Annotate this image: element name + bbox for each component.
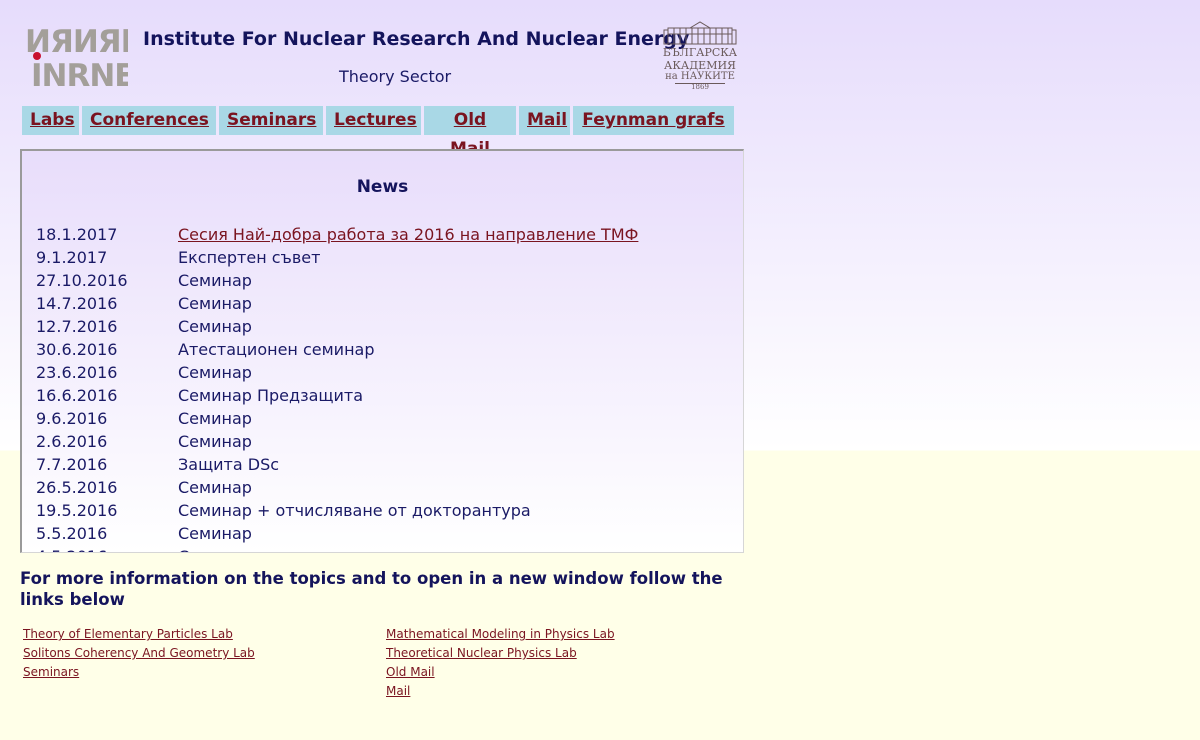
news-item: 14.7.2016 Семинар	[36, 292, 736, 315]
news-date: 18.1.2017	[36, 225, 118, 244]
links-column-left: Theory of Elementary Particles Lab Solit…	[23, 625, 255, 682]
links-column-right: Mathematical Modeling in Physics Lab The…	[386, 625, 615, 701]
inrne-logo: ИЯИЯЕ INRNE	[24, 22, 142, 94]
link-solitons-lab[interactable]: Solitons Coherency And Geometry Lab	[23, 644, 255, 663]
news-item: 5.5.2016 Семинар	[36, 522, 736, 545]
news-date: 26.5.2016	[36, 478, 118, 497]
nav-conferences[interactable]: Conferences	[82, 106, 216, 135]
news-text: Семинар	[178, 432, 252, 451]
news-text: Експертен съвет	[178, 248, 321, 267]
news-date: 14.7.2016	[36, 294, 118, 313]
news-text: Семинар + отчисляване от докторантура	[178, 501, 531, 520]
news-date: 12.7.2016	[36, 317, 118, 336]
nav-mail[interactable]: Mail	[519, 106, 570, 135]
news-link[interactable]: Сесия Най-добра работа за 2016 на направ…	[178, 225, 638, 244]
link-old-mail[interactable]: Old Mail	[386, 663, 615, 682]
news-text: Семинар Предзащита	[178, 386, 363, 405]
news-date: 16.6.2016	[36, 386, 118, 405]
news-text: Семинар	[178, 409, 252, 428]
news-date: 27.10.2016	[36, 271, 128, 290]
news-date: 9.6.2016	[36, 409, 108, 428]
news-date: 5.5.2016	[36, 524, 108, 543]
news-item: 16.6.2016 Семинар Предзащита	[36, 384, 736, 407]
link-mail[interactable]: Mail	[386, 682, 615, 701]
news-text: Семинар	[178, 524, 252, 543]
news-text: Семинар	[178, 363, 252, 382]
link-seminars[interactable]: Seminars	[23, 663, 255, 682]
info-text: For more information on the topics and t…	[20, 569, 723, 609]
news-text: Семинар	[178, 545, 252, 552]
news-item: 19.5.2016 Семинар + отчисляване от доктор…	[36, 499, 736, 522]
link-elementary-particles-lab[interactable]: Theory of Elementary Particles Lab	[23, 625, 255, 644]
news-title: News	[356, 177, 409, 197]
news-date: 7.7.2016	[36, 455, 108, 474]
news-item: 4.5.2016Семинар	[36, 545, 736, 552]
nav-seminars[interactable]: Seminars	[219, 106, 323, 135]
nav-labs[interactable]: Labs	[22, 106, 79, 135]
news-text: Защита DSc	[178, 455, 280, 474]
page-subtitle: Theory Sector	[339, 67, 452, 86]
news-text: Семинар	[178, 478, 252, 497]
news-date: 23.6.2016	[36, 363, 118, 382]
news-date: 4.5.2016	[36, 545, 178, 552]
news-date: 30.6.2016	[36, 340, 118, 359]
news-text: Семинар	[178, 294, 252, 313]
news-text: Атестационен семинар	[178, 340, 375, 359]
news-text: Семинар	[178, 317, 252, 336]
academy-building-icon	[663, 21, 737, 45]
nav-old-mail[interactable]: Old Mail	[424, 106, 516, 159]
news-item: 30.6.2016 Атестационен семинар	[36, 338, 736, 361]
news-list: 18.1.2017 Сесия Най-добра работа за 2016 …	[36, 223, 736, 552]
news-item: 23.6.2016 Семинар	[36, 361, 736, 384]
news-date: 9.1.2017	[36, 248, 108, 267]
news-date: 19.5.2016	[36, 501, 118, 520]
main-nav: Labs Conferences Seminars Lectures Old M…	[22, 106, 734, 159]
news-item: 18.1.2017 Сесия Най-добра работа за 2016 …	[36, 223, 736, 246]
news-item: 27.10.2016 Семинар	[36, 269, 736, 292]
page-title: Institute For Nuclear Research And Nucle…	[143, 28, 690, 50]
news-text: Семинар	[178, 271, 252, 290]
svg-text:INRNE: INRNE	[31, 58, 128, 90]
link-nuclear-physics-lab[interactable]: Theoretical Nuclear Physics Lab	[386, 644, 615, 663]
nav-lectures[interactable]: Lectures	[326, 106, 421, 135]
link-mathematical-modeling-lab[interactable]: Mathematical Modeling in Physics Lab	[386, 625, 615, 644]
news-panel[interactable]: News 18.1.2017 Сесия Най-добра работа за …	[20, 149, 744, 553]
news-item: 9.6.2016 Семинар	[36, 407, 736, 430]
news-date: 2.6.2016	[36, 432, 108, 451]
news-item: 2.6.2016 Семинар	[36, 430, 736, 453]
academy-logo: БЪЛГАРСКА АКАДЕМИЯ на НАУКИТЕ 1869	[662, 20, 738, 91]
news-item: 26.5.2016 Семинар	[36, 476, 736, 499]
news-item: 7.7.2016 Защита DSc	[36, 453, 736, 476]
news-item: 12.7.2016 Семинар	[36, 315, 736, 338]
nav-feynman-grafs[interactable]: Feynman grafs	[573, 106, 734, 135]
news-item: 9.1.2017 Експертен съвет	[36, 246, 736, 269]
